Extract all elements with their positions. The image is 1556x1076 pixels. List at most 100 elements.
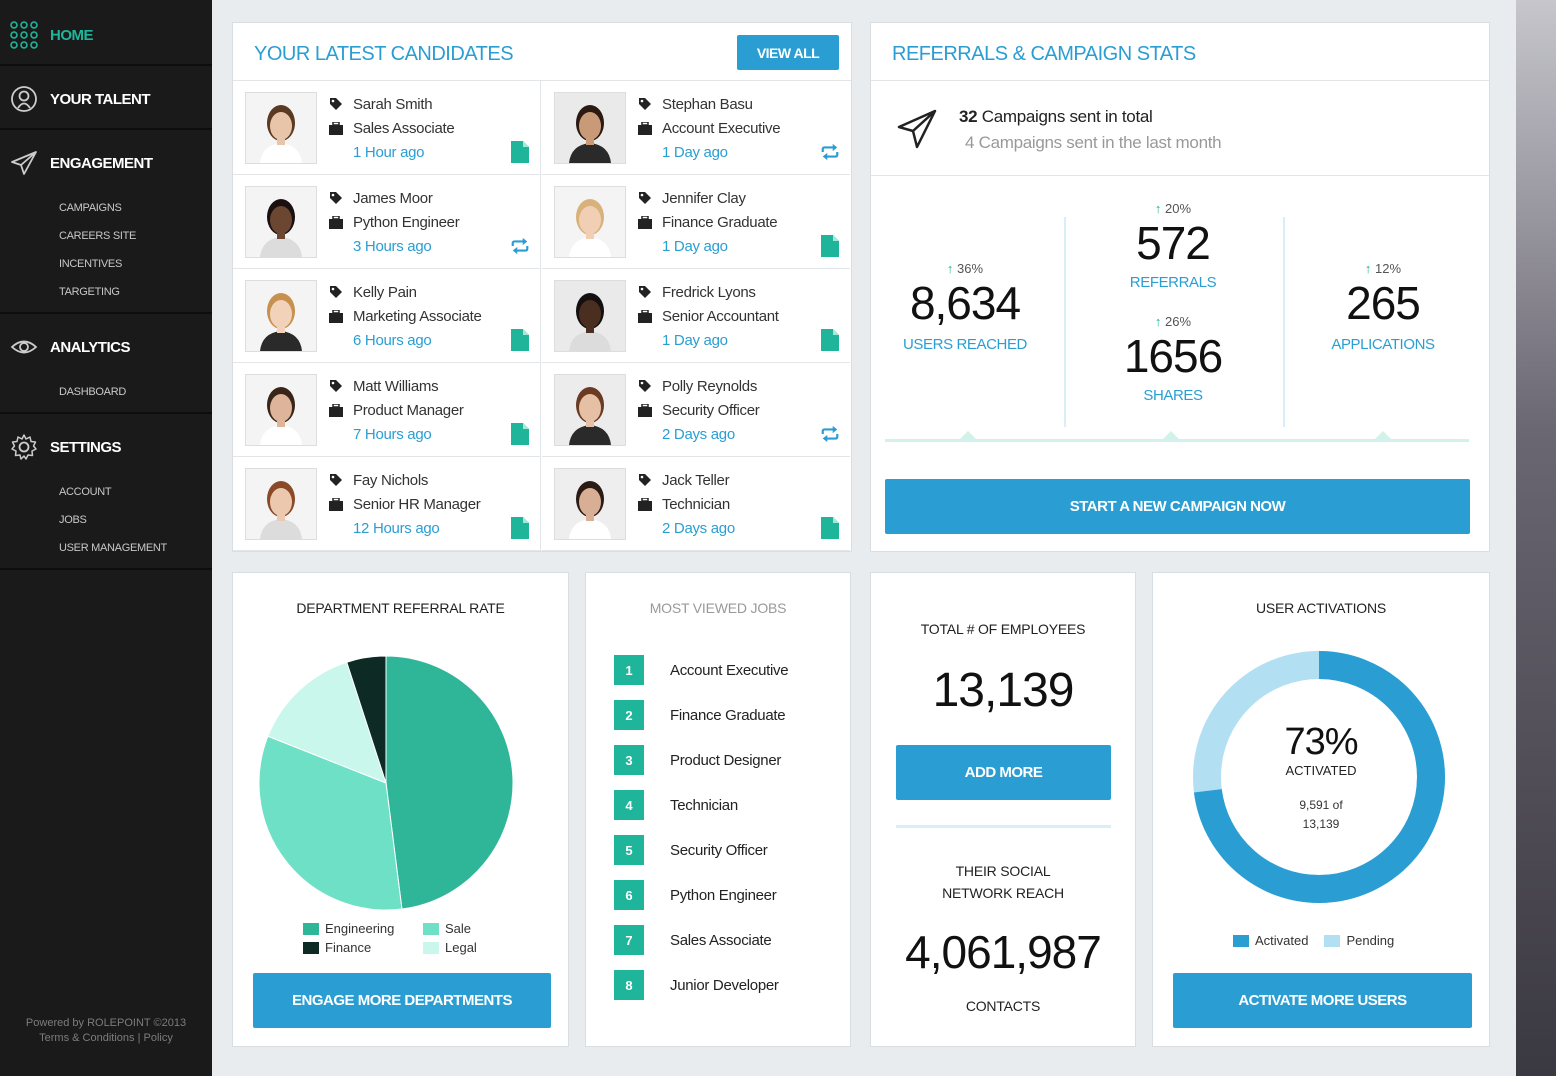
department-referral-card: DEPARTMENT REFERRAL RATE Engineering Sal… <box>232 572 569 1047</box>
tag-icon <box>329 379 343 393</box>
arrow-up-icon: ↑ <box>1154 201 1162 216</box>
candidate-name-row: Kelly Pain <box>329 280 417 304</box>
candidate-item[interactable]: Kelly Pain Marketing Associate 6 Hours ago <box>233 269 541 363</box>
refresh-icon[interactable] <box>820 142 840 162</box>
candidate-time: 6 Hours ago <box>353 331 432 349</box>
document-icon[interactable] <box>820 329 840 351</box>
start-campaign-button[interactable]: START A NEW CAMPAIGN NOW <box>885 479 1470 534</box>
sidebar-item-settings[interactable]: SETTINGS <box>0 416 212 478</box>
job-list-item[interactable]: 2 Finance Graduate <box>614 700 786 730</box>
sidebar-section-your-talent: YOUR TALENT <box>0 68 212 130</box>
candidate-name[interactable]: Polly Reynolds <box>662 378 757 395</box>
job-title: Junior Developer <box>670 976 779 994</box>
shares-label: SHARES <box>1143 387 1203 404</box>
candidate-time: 2 Days ago <box>662 519 735 537</box>
sidebar-subitem-careers-site[interactable]: CAREERS SITE <box>0 222 212 250</box>
candidate-item[interactable]: Stephan Basu Account Executive 1 Day ago <box>542 81 850 175</box>
baseline-marker <box>959 431 977 440</box>
candidate-name-row: Polly Reynolds <box>638 374 757 398</box>
job-list-item[interactable]: 7 Sales Associate <box>614 925 772 955</box>
sidebar-subitem-dashboard[interactable]: DASHBOARD <box>0 378 212 406</box>
sidebar-subitem-account[interactable]: ACCOUNT <box>0 478 212 506</box>
sidebar-item-label: ENGAGEMENT <box>50 154 153 172</box>
job-list-item[interactable]: 4 Technician <box>614 790 738 820</box>
document-icon[interactable] <box>510 141 530 163</box>
candidate-name[interactable]: Stephan Basu <box>662 96 753 113</box>
paper-plane-icon <box>895 107 939 156</box>
job-title: Python Engineer <box>670 886 777 904</box>
candidate-avatar[interactable] <box>245 280 317 352</box>
job-list-item[interactable]: 8 Junior Developer <box>614 970 779 1000</box>
candidate-item[interactable]: Matt Williams Product Manager 7 Hours ago <box>233 363 541 457</box>
candidate-name[interactable]: Fredrick Lyons <box>662 284 756 301</box>
legend-swatch <box>1233 934 1249 947</box>
candidate-name[interactable]: Kelly Pain <box>353 284 417 301</box>
refresh-icon[interactable] <box>820 424 840 444</box>
arrow-up-icon: ↑ <box>1154 314 1162 329</box>
candidate-name-row: Jennifer Clay <box>638 186 746 210</box>
candidate-item[interactable]: Polly Reynolds Security Officer 2 Days ago <box>542 363 850 457</box>
terms-link[interactable]: Terms & Conditions | Policy <box>0 1031 212 1046</box>
candidate-name[interactable]: Jack Teller <box>662 472 730 489</box>
candidate-role-row: Finance Graduate <box>638 210 778 234</box>
candidate-avatar[interactable] <box>245 374 317 446</box>
candidate-avatar[interactable] <box>554 186 626 258</box>
pie-slice-engineering <box>385 655 514 910</box>
candidate-avatar[interactable] <box>245 92 317 164</box>
candidate-name[interactable]: Matt Williams <box>353 378 439 395</box>
legend-label: Activated <box>1255 933 1309 948</box>
add-more-button[interactable]: ADD MORE <box>896 745 1111 800</box>
job-list-item[interactable]: 5 Security Officer <box>614 835 768 865</box>
candidate-name[interactable]: Jennifer Clay <box>662 190 746 207</box>
document-icon[interactable] <box>820 235 840 257</box>
job-title: Finance Graduate <box>670 706 786 724</box>
candidate-name[interactable]: Fay Nichols <box>353 472 428 489</box>
candidate-avatar[interactable] <box>245 468 317 540</box>
sidebar-item-analytics[interactable]: ANALYTICS <box>0 316 212 378</box>
sidebar-subitem-user-management[interactable]: USER MANAGEMENT <box>0 534 212 562</box>
job-list-item[interactable]: 6 Python Engineer <box>614 880 777 910</box>
candidate-name[interactable]: James Moor <box>353 190 433 207</box>
refresh-icon[interactable] <box>510 236 530 256</box>
candidate-avatar[interactable] <box>245 186 317 258</box>
view-all-button[interactable]: VIEW ALL <box>737 35 839 70</box>
candidate-avatar[interactable] <box>554 92 626 164</box>
candidate-role: Senior Accountant <box>662 307 779 325</box>
grid-icon <box>10 21 38 49</box>
legend-label: Sale <box>445 921 472 936</box>
activate-users-button[interactable]: ACTIVATE MORE USERS <box>1173 973 1472 1028</box>
engage-departments-button[interactable]: ENGAGE MORE DEPARTMENTS <box>253 973 551 1028</box>
candidate-item[interactable]: Fay Nichols Senior HR Manager 12 Hours ago <box>233 457 541 551</box>
candidate-avatar[interactable] <box>554 374 626 446</box>
paper-plane-icon <box>10 149 38 177</box>
document-icon[interactable] <box>510 329 530 351</box>
job-list-item[interactable]: 1 Account Executive <box>614 655 789 685</box>
sidebar-item-engagement[interactable]: ENGAGEMENT <box>0 132 212 194</box>
sidebar-subitem-campaigns[interactable]: CAMPAIGNS <box>0 194 212 222</box>
document-icon[interactable] <box>510 517 530 539</box>
campaigns-month: 4 Campaigns sent in the last month <box>965 133 1222 153</box>
candidate-role: Security Officer <box>662 401 760 419</box>
candidate-name[interactable]: Sarah Smith <box>353 96 433 113</box>
candidate-item[interactable]: James Moor Python Engineer 3 Hours ago <box>233 175 541 269</box>
document-icon[interactable] <box>510 423 530 445</box>
candidate-item[interactable]: Fredrick Lyons Senior Accountant 1 Day ago <box>542 269 850 363</box>
job-list-item[interactable]: 3 Product Designer <box>614 745 781 775</box>
sidebar-subitem-incentives[interactable]: INCENTIVES <box>0 250 212 278</box>
document-icon[interactable] <box>820 517 840 539</box>
campaigns-month-num: 4 <box>965 133 975 152</box>
briefcase-icon <box>638 309 652 323</box>
candidate-item[interactable]: Sarah Smith Sales Associate 1 Hour ago <box>233 81 541 175</box>
candidate-role-row: Senior Accountant <box>638 304 779 328</box>
candidate-item[interactable]: Jennifer Clay Finance Graduate 1 Day ago <box>542 175 850 269</box>
sidebar-subitem-targeting[interactable]: TARGETING <box>0 278 212 306</box>
candidate-item[interactable]: Jack Teller Technician 2 Days ago <box>542 457 850 551</box>
candidate-avatar[interactable] <box>554 468 626 540</box>
sidebar-item-your-talent[interactable]: YOUR TALENT <box>0 68 212 130</box>
tag-icon <box>329 473 343 487</box>
activated-label: ACTIVATED <box>1285 763 1357 778</box>
candidate-avatar[interactable] <box>554 280 626 352</box>
tag-icon <box>638 191 652 205</box>
sidebar-item-home[interactable]: HOME <box>0 4 212 66</box>
sidebar-subitem-jobs[interactable]: JOBS <box>0 506 212 534</box>
